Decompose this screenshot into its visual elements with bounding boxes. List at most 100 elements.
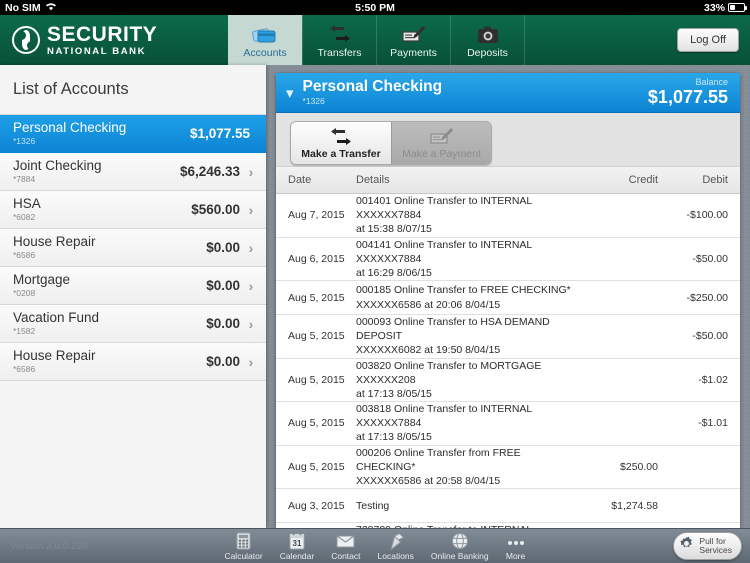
ios-status-bar: No SIM 5:50 PM 33% <box>0 0 750 15</box>
transaction-credit: $250.00 <box>620 460 658 473</box>
transaction-date: Aug 5, 2015 <box>288 417 345 430</box>
transaction-debit: -$1.02 <box>698 373 728 386</box>
calendar-icon: 31 <box>289 531 305 550</box>
account-name: Mortgage <box>13 271 71 287</box>
account-names: House Repair *6586 <box>13 233 206 260</box>
tool-contact[interactable]: Contact <box>331 532 361 561</box>
tool-calendar-label: Calendar <box>279 550 315 561</box>
tool-calendar[interactable]: 31 Calendar <box>279 531 315 561</box>
transactions-table-body: Aug 7, 2015 001401 Online Transfer to INT… <box>276 194 740 528</box>
tool-more[interactable]: More <box>506 532 526 561</box>
pull-for-services-button[interactable]: Pull for Services <box>673 532 742 560</box>
transaction-row[interactable]: Aug 5, 2015 003820 Online Transfer to MOR… <box>276 359 740 403</box>
tool-more-label: More <box>505 550 526 561</box>
transaction-row[interactable]: Aug 5, 2015 003818 Online Transfer to INT… <box>276 402 740 446</box>
tool-calculator-label: Calculator <box>224 550 263 561</box>
account-number: *7884 <box>13 174 36 185</box>
tool-contact-label: Contact <box>331 550 361 561</box>
sidebar-account-row[interactable]: Vacation Fund *1582 $0.00 › <box>0 305 266 343</box>
bank-logo: SECURITY NATIONAL BANK <box>0 15 228 65</box>
sidebar-account-row[interactable]: Mortgage *0208 $0.00 › <box>0 267 266 305</box>
account-names: Joint Checking *7884 <box>13 158 180 185</box>
tool-calculator[interactable]: Calculator <box>224 532 263 561</box>
transaction-date: Aug 6, 2015 <box>288 252 345 265</box>
tool-online-banking[interactable]: Online Banking <box>431 532 489 561</box>
page-title: List of Accounts <box>0 65 266 115</box>
tab-accounts[interactable]: Accounts <box>228 15 302 65</box>
battery-percent-label: 33% <box>703 1 725 14</box>
gear-icon <box>679 536 694 556</box>
tool-locations[interactable]: Locations <box>378 532 414 561</box>
svg-text:31: 31 <box>293 539 302 548</box>
transaction-details-line2: XXXXXX6082 at 19:50 8/04/15 <box>356 344 501 357</box>
calculator-icon <box>236 532 251 550</box>
transaction-date: Aug 7, 2015 <box>288 209 345 222</box>
transaction-details-line2: XXXXXX6586 at 20:58 8/04/15 <box>356 474 501 487</box>
account-names: HSA *6082 <box>13 196 191 222</box>
make-a-transfer-label: Make a Transfer <box>301 147 381 160</box>
transactions-table-header: Date Details Credit Debit <box>276 167 740 194</box>
transaction-details-line2: at 15:38 8/07/15 <box>356 223 432 236</box>
tab-deposits[interactable]: Deposits <box>450 15 524 65</box>
account-number: *1582 <box>13 326 36 337</box>
transaction-details-line2: XXXXXX6586 at 20:06 8/04/15 <box>356 298 501 311</box>
top-navigation-bar: SECURITY NATIONAL BANK Accounts Transfer… <box>0 15 750 65</box>
chevron-right-icon: › <box>248 201 254 218</box>
envelope-icon <box>336 532 355 550</box>
transaction-details-line1: Testing <box>356 499 390 512</box>
sidebar-account-row[interactable]: HSA *6082 $560.00 › <box>0 191 266 229</box>
transaction-row[interactable]: Aug 5, 2015 000185 Online Transfer to FRE… <box>276 281 740 316</box>
chevron-right-icon: › <box>248 239 254 256</box>
log-off-button[interactable]: Log Off <box>677 28 739 52</box>
ellipsis-icon <box>506 532 526 550</box>
transaction-details: 000206 Online Transfer from FREE CHECKIN… <box>356 446 578 489</box>
app-screen: No SIM 5:50 PM 33% SECURITY NATIONAL BAN… <box>0 0 750 563</box>
tab-deposits-label: Deposits <box>467 47 508 59</box>
account-names: Personal Checking *1326 <box>13 120 190 146</box>
transaction-row[interactable]: Aug 3, 2015 Testing $1,274.58 <box>276 489 740 524</box>
sidebar-account-row[interactable]: Joint Checking *7884 $6,246.33 › <box>0 153 266 191</box>
logo-line1: SECURITY <box>47 22 158 46</box>
transaction-details-line2: at 17:13 8/05/15 <box>356 387 432 400</box>
transaction-details: 001401 Online Transfer to INTERNAL XXXXX… <box>356 194 578 237</box>
account-detail-header[interactable]: ▾ Personal Checking *1326 Balance $1,077… <box>276 73 740 113</box>
transaction-details: 003818 Online Transfer to INTERNAL XXXXX… <box>356 402 578 445</box>
sidebar-account-row[interactable]: House Repair *6586 $0.00 › <box>0 343 266 381</box>
transfer-arrows-icon <box>329 127 353 147</box>
account-names: Mortgage *0208 <box>13 271 206 298</box>
account-detail-panel: ▾ Personal Checking *1326 Balance $1,077… <box>276 73 740 528</box>
transaction-row[interactable]: Aug 5, 2015 000206 Online Transfer from F… <box>276 446 740 490</box>
sidebar-account-row[interactable]: Personal Checking*1326$1,077.55› <box>0 115 266 153</box>
account-balance: Balance $1,077.55 <box>648 77 728 107</box>
transaction-details-line1: 000093 Online Transfer to HSA DEMAND DEP… <box>356 316 550 343</box>
transaction-details-line1: 000206 Online Transfer from FREE CHECKIN… <box>356 446 521 473</box>
sidebar-account-row[interactable]: House Repair *6586 $0.00 › <box>0 229 266 267</box>
toolbar-tools: Calculator 31 Calendar Contact Locations <box>224 531 526 561</box>
bank-logo-icon <box>12 26 40 54</box>
transaction-row[interactable]: Aug 5, 2015 000093 Online Transfer to HSA… <box>276 315 740 359</box>
tab-transfers-label: Transfers <box>317 47 362 59</box>
camera-icon <box>476 21 500 45</box>
transaction-debit: -$1.01 <box>698 417 728 430</box>
logo-line2: NATIONAL BANK <box>47 45 147 57</box>
transaction-details-line1: 003820 Online Transfer to MORTGAGE XXXXX… <box>356 359 542 386</box>
transaction-details-line2: at 16:29 8/06/15 <box>356 266 432 279</box>
transaction-credit: $1,274.58 <box>611 499 658 512</box>
tab-payments[interactable]: Payments <box>376 15 450 65</box>
tab-transfers[interactable]: Transfers <box>302 15 376 65</box>
nav-tabs: Accounts Transfers Payments Deposits <box>228 15 524 65</box>
account-name: House Repair <box>13 233 96 249</box>
transaction-details: 003820 Online Transfer to MORTGAGE XXXXX… <box>356 359 578 402</box>
chevron-down-icon[interactable]: ▾ <box>286 84 294 102</box>
clock-label: 5:50 PM <box>355 1 395 14</box>
column-header-credit: Credit <box>628 174 658 186</box>
account-names: Vacation Fund *1582 <box>13 310 206 337</box>
credit-cards-icon <box>252 21 278 45</box>
make-a-transfer-button[interactable]: Make a Transfer <box>291 122 391 164</box>
account-balance: $0.00 <box>206 316 240 331</box>
tab-payments-label: Payments <box>390 47 437 59</box>
account-balance: $0.00 <box>206 278 240 293</box>
transaction-row[interactable]: Aug 7, 2015 001401 Online Transfer to INT… <box>276 194 740 238</box>
make-a-payment-button[interactable]: Make a Payment <box>391 122 491 164</box>
transaction-row[interactable]: Aug 6, 2015 004141 Online Transfer to INT… <box>276 238 740 282</box>
